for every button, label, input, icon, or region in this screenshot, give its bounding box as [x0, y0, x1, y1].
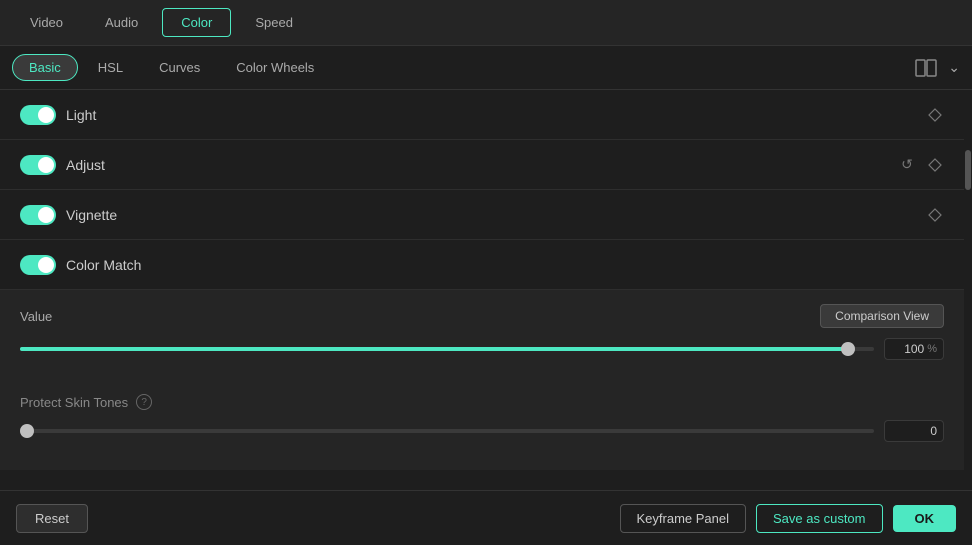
reset-button[interactable]: Reset	[16, 504, 88, 533]
ok-button[interactable]: OK	[893, 505, 957, 532]
value-unit: %	[927, 343, 937, 355]
sub-tab-bar: Basic HSL Curves Color Wheels ⌄	[0, 46, 972, 90]
chevron-down-icon[interactable]: ⌄	[948, 59, 960, 76]
vignette-diamond-icon[interactable]	[926, 206, 944, 224]
vignette-toggle[interactable]	[20, 205, 56, 225]
value-input-box[interactable]: 100 %	[884, 338, 944, 360]
tab-audio[interactable]: Audio	[87, 9, 156, 36]
protect-slider-track[interactable]	[20, 429, 874, 433]
tab-color[interactable]: Color	[162, 8, 231, 37]
split-view-icon[interactable]	[912, 57, 940, 79]
adjust-diamond-icon[interactable]	[926, 156, 944, 174]
main-content-area: Light Adjust ↺ Vignette	[0, 90, 972, 470]
keyframe-panel-button[interactable]: Keyframe Panel	[620, 504, 747, 533]
subtab-basic[interactable]: Basic	[12, 54, 78, 81]
value-header: Value Comparison View	[20, 304, 944, 328]
subtab-hsl[interactable]: HSL	[82, 55, 139, 80]
value-section: Value Comparison View 100 %	[0, 290, 964, 384]
value-slider-row: 100 %	[20, 338, 944, 360]
value-slider-fill	[20, 347, 848, 351]
section-group: Light Adjust ↺ Vignette	[0, 90, 964, 470]
help-icon[interactable]: ?	[136, 394, 152, 410]
value-slider-track[interactable]	[20, 347, 874, 351]
comparison-view-button[interactable]: Comparison View	[820, 304, 944, 328]
light-actions	[926, 106, 944, 124]
protect-header: Protect Skin Tones ?	[20, 394, 944, 410]
light-section-row: Light	[0, 90, 964, 140]
value-label: Value	[20, 309, 52, 324]
adjust-reset-icon[interactable]: ↺	[898, 156, 916, 174]
subtab-curves[interactable]: Curves	[143, 55, 216, 80]
value-number: 100	[904, 342, 924, 356]
vignette-label: Vignette	[66, 207, 916, 223]
vignette-section-row: Vignette	[0, 190, 964, 240]
protect-slider-thumb[interactable]	[20, 424, 34, 438]
protect-label: Protect Skin Tones	[20, 395, 128, 410]
footer-left: Reset	[16, 504, 88, 533]
protect-slider-row: 0	[20, 420, 944, 442]
adjust-toggle[interactable]	[20, 155, 56, 175]
light-toggle[interactable]	[20, 105, 56, 125]
footer-bar: Reset Keyframe Panel Save as custom OK	[0, 490, 972, 545]
tab-video[interactable]: Video	[12, 9, 81, 36]
light-label: Light	[66, 107, 916, 123]
vignette-actions	[926, 206, 944, 224]
top-tab-bar: Video Audio Color Speed	[0, 0, 972, 46]
subtab-color-wheels[interactable]: Color Wheels	[220, 55, 330, 80]
value-slider-thumb[interactable]	[841, 342, 855, 356]
color-match-section-row: Color Match	[0, 240, 964, 290]
light-diamond-icon[interactable]	[926, 106, 944, 124]
adjust-actions: ↺	[898, 156, 944, 174]
protect-section: Protect Skin Tones ? 0	[0, 384, 964, 470]
color-match-toggle[interactable]	[20, 255, 56, 275]
scrollbar-track	[964, 90, 972, 470]
color-match-label: Color Match	[66, 257, 944, 273]
protect-value-number: 0	[930, 424, 937, 438]
protect-input-box[interactable]: 0	[884, 420, 944, 442]
adjust-section-row: Adjust ↺	[0, 140, 964, 190]
adjust-label: Adjust	[66, 157, 888, 173]
scrollbar-thumb[interactable]	[965, 150, 971, 190]
tab-speed[interactable]: Speed	[237, 9, 311, 36]
save-as-custom-button[interactable]: Save as custom	[756, 504, 883, 533]
